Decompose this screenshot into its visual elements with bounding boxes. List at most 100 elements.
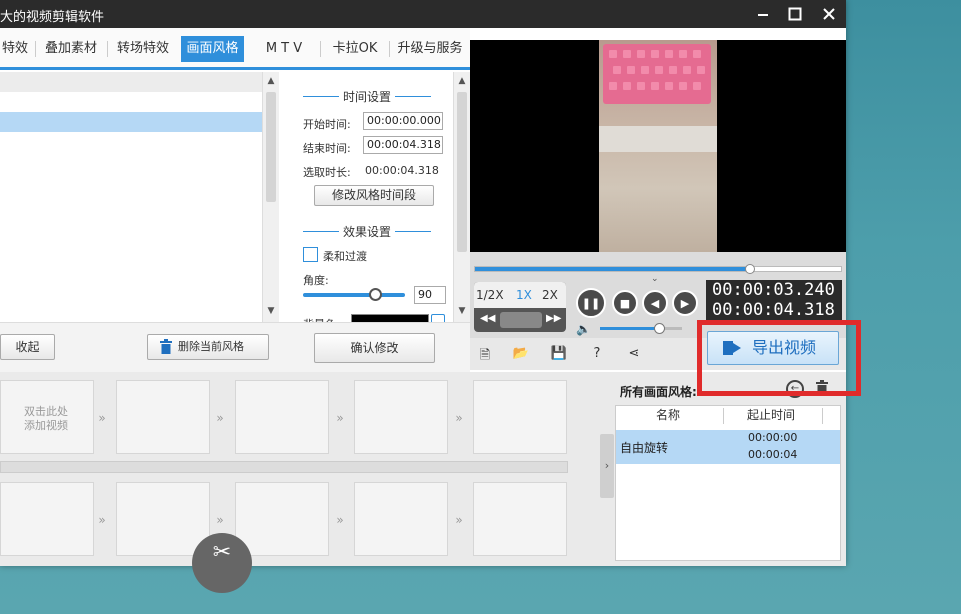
timeline-scrollbar[interactable] bbox=[0, 461, 568, 473]
style-list-scrollbar[interactable]: ▲ ▼ bbox=[262, 72, 279, 322]
chevron-right-icon: » bbox=[455, 513, 463, 527]
add-video-slot[interactable]: 双击此处 添加视频 bbox=[0, 380, 94, 454]
scissors-icon[interactable]: ✂ bbox=[192, 533, 252, 593]
close-icon[interactable] bbox=[818, 4, 840, 24]
speed-2x-button[interactable]: 2X bbox=[542, 288, 558, 302]
duration-label: 选取时长: bbox=[303, 166, 351, 179]
end-time-label: 结束时间: bbox=[303, 142, 351, 155]
settings-scrollbar[interactable]: ▲ ▼ bbox=[453, 72, 470, 322]
bottom-bar: 收起 删除当前风格 确认修改 bbox=[0, 322, 470, 372]
angle-slider-handle[interactable] bbox=[369, 288, 382, 301]
trash-icon bbox=[159, 339, 173, 364]
speed-jog[interactable] bbox=[500, 312, 542, 328]
scroll-down-icon[interactable]: ▼ bbox=[455, 304, 469, 318]
tab-overlay[interactable]: 叠加素材 bbox=[38, 36, 104, 62]
column-time-header: 起止时间 bbox=[747, 408, 796, 422]
next-icon[interactable]: ▶ bbox=[672, 290, 698, 316]
style-list bbox=[0, 72, 262, 322]
column-name-header: 名称 bbox=[656, 408, 681, 422]
speed-half-button[interactable]: 1/2X bbox=[476, 288, 504, 302]
maximize-icon[interactable] bbox=[784, 4, 806, 24]
collapse-button[interactable]: 收起 bbox=[0, 334, 55, 360]
speed-1x-button[interactable]: 1X bbox=[516, 288, 532, 302]
delete-style-label: 删除当前风格 bbox=[178, 340, 244, 353]
minimize-icon[interactable] bbox=[752, 4, 774, 24]
start-time-field[interactable]: 00:00:00.000 bbox=[363, 112, 443, 130]
table-row[interactable]: 自由旋转 00:00:00 00:00:04 bbox=[616, 430, 840, 464]
stop-icon[interactable]: ■ bbox=[612, 290, 638, 316]
scroll-up-icon[interactable]: ▲ bbox=[264, 74, 278, 88]
tab-effects[interactable]: 特效 bbox=[0, 36, 30, 62]
timeline-slot[interactable] bbox=[473, 380, 567, 454]
time-display: 00:00:03.240 00:00:04.318 bbox=[706, 280, 842, 322]
soft-transition-checkbox[interactable] bbox=[303, 247, 318, 262]
highlight-box bbox=[697, 320, 861, 396]
timeline: 双击此处 添加视频 » » » » » » » » bbox=[0, 372, 600, 566]
modify-segment-button[interactable]: 修改风格时间段 bbox=[314, 185, 434, 206]
share-icon[interactable]: ⋖ bbox=[625, 346, 643, 362]
chevron-right-icon: » bbox=[336, 411, 344, 425]
chevron-down-icon[interactable]: ⌄ bbox=[651, 274, 659, 284]
tab-mtv[interactable]: M T V bbox=[250, 36, 318, 62]
video-frame bbox=[599, 40, 717, 252]
prev-icon[interactable]: ◀ bbox=[642, 290, 668, 316]
timeline-slot[interactable] bbox=[116, 482, 210, 556]
volume-icon[interactable]: 🔈 bbox=[576, 322, 591, 336]
volume-handle[interactable] bbox=[654, 323, 666, 334]
help-icon[interactable]: ? bbox=[588, 346, 606, 362]
timeline-slot[interactable] bbox=[235, 482, 329, 556]
style-table bbox=[615, 405, 841, 561]
tab-transition[interactable]: 转场特效 bbox=[110, 36, 176, 62]
style-panel-title: 所有画面风格: bbox=[620, 385, 697, 399]
keyboard-image bbox=[603, 44, 711, 104]
settings-panel: 时间设置 开始时间: 00:00:00.000 结束时间: 00:00:04.3… bbox=[281, 72, 453, 331]
tab-upgrade[interactable]: 升级与服务 bbox=[392, 36, 468, 62]
open-folder-icon[interactable]: 📂 bbox=[512, 346, 530, 362]
progress-bar[interactable] bbox=[474, 264, 842, 274]
scroll-down-icon[interactable]: ▼ bbox=[264, 304, 278, 318]
chevron-right-icon: » bbox=[455, 411, 463, 425]
current-time: 00:00:03.240 bbox=[712, 280, 835, 300]
soft-transition-label: 柔和过渡 bbox=[323, 250, 367, 263]
timeline-slot[interactable] bbox=[354, 482, 448, 556]
timeline-slot[interactable] bbox=[0, 482, 94, 556]
video-preview bbox=[470, 40, 846, 252]
row-style-name: 自由旋转 bbox=[620, 441, 669, 455]
confirm-modify-button[interactable]: 确认修改 bbox=[314, 333, 435, 363]
fast-forward-icon[interactable]: ▶▶ bbox=[546, 313, 561, 324]
angle-slider[interactable] bbox=[303, 293, 405, 297]
row-end-time: 00:00:04 bbox=[748, 448, 798, 461]
chevron-right-icon: » bbox=[216, 513, 224, 527]
delete-style-button[interactable]: 删除当前风格 bbox=[147, 334, 269, 360]
pause-icon[interactable]: ❚❚ bbox=[576, 288, 606, 318]
timeline-slot[interactable] bbox=[354, 380, 448, 454]
time-settings-header: 时间设置 bbox=[281, 88, 453, 105]
save-icon[interactable]: 💾 bbox=[550, 346, 568, 362]
duration-value: 00:00:04.318 bbox=[365, 164, 439, 177]
panel-collapse-handle[interactable]: › bbox=[600, 434, 614, 498]
new-file-icon[interactable]: 🗎 bbox=[476, 346, 494, 363]
chevron-right-icon: » bbox=[336, 513, 344, 527]
app-window: 大的视频剪辑软件 特效 叠加素材 转场特效 画面风格 M T V 卡拉OK 升级… bbox=[0, 0, 846, 593]
start-time-label: 开始时间: bbox=[303, 118, 351, 131]
title-bar: 大的视频剪辑软件 bbox=[0, 0, 846, 28]
tab-karaoke[interactable]: 卡拉OK bbox=[324, 36, 386, 62]
progress-handle[interactable] bbox=[744, 264, 755, 274]
chevron-right-icon: » bbox=[216, 411, 224, 425]
row-start-time: 00:00:00 bbox=[748, 431, 798, 444]
timeline-slot[interactable] bbox=[116, 380, 210, 454]
list-item[interactable] bbox=[0, 72, 262, 92]
chevron-right-icon: » bbox=[98, 411, 106, 425]
end-time-field[interactable]: 00:00:04.318 bbox=[363, 136, 443, 154]
timeline-slot[interactable] bbox=[235, 380, 329, 454]
rewind-icon[interactable]: ◀◀ bbox=[480, 313, 495, 324]
volume-slider[interactable] bbox=[600, 327, 682, 330]
tab-picture-style[interactable]: 画面风格 bbox=[181, 36, 244, 62]
angle-field[interactable]: 90 bbox=[414, 286, 446, 304]
scroll-up-icon[interactable]: ▲ bbox=[455, 74, 469, 88]
list-item[interactable] bbox=[0, 112, 262, 132]
timeline-slot[interactable] bbox=[473, 482, 567, 556]
add-video-hint: 双击此处 添加视频 bbox=[24, 405, 68, 432]
speed-selector: 1/2X 1X 2X ◀◀ ▶▶ bbox=[474, 282, 566, 332]
total-time: 00:00:04.318 bbox=[712, 300, 835, 320]
